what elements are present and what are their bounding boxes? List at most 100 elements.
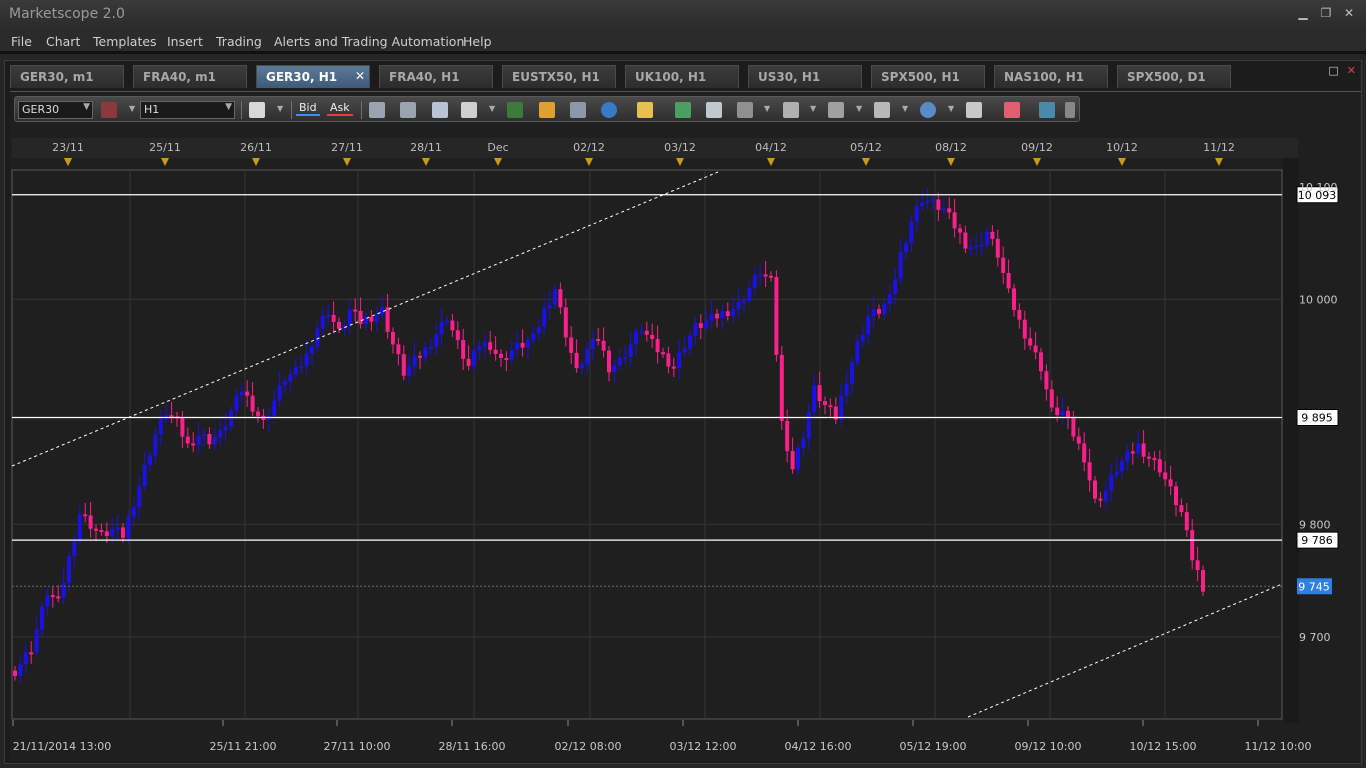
candle-body bbox=[461, 340, 466, 359]
candle-body bbox=[428, 346, 433, 349]
candle-body bbox=[796, 448, 800, 470]
candle-body bbox=[1120, 461, 1124, 472]
period-marker-icon bbox=[1118, 158, 1126, 166]
candle-body bbox=[801, 438, 806, 449]
top-date-label: 28/11 bbox=[410, 141, 442, 154]
candle-body bbox=[812, 385, 817, 412]
candle-body bbox=[126, 516, 131, 538]
candle-body bbox=[850, 362, 854, 384]
candle-body bbox=[488, 342, 493, 350]
candle-body bbox=[693, 323, 698, 336]
price-chart[interactable]: 23/11 25/11 26/11 27/11 28/11 Dec 02/12 03/12 04… bbox=[0, 0, 1366, 768]
candle-body bbox=[979, 244, 984, 247]
period-marker-icon bbox=[1033, 158, 1041, 166]
price-axis-panel bbox=[1283, 158, 1299, 723]
candle-body bbox=[536, 326, 541, 334]
candle-body bbox=[121, 527, 125, 538]
candle-body bbox=[736, 301, 741, 309]
candle-body bbox=[1130, 451, 1135, 454]
candle-body bbox=[23, 652, 28, 665]
candle-body bbox=[29, 652, 34, 655]
candle-body bbox=[418, 355, 422, 358]
time-axis-label: 27/11 10:00 bbox=[324, 740, 391, 753]
candle-body bbox=[585, 348, 590, 365]
candle-body bbox=[650, 334, 655, 339]
candle-body bbox=[482, 342, 487, 347]
candle-body bbox=[218, 430, 223, 438]
candle-body bbox=[288, 374, 293, 382]
candle-body bbox=[212, 437, 217, 445]
candle-body bbox=[72, 541, 77, 556]
candle-body bbox=[1179, 505, 1184, 513]
candle-body bbox=[515, 342, 520, 350]
candle-body bbox=[1060, 410, 1065, 416]
candle-body bbox=[563, 307, 568, 338]
candle-body bbox=[731, 308, 736, 317]
period-marker-icon bbox=[494, 158, 502, 166]
candle-body bbox=[725, 311, 730, 317]
candle-body bbox=[67, 555, 71, 583]
candle-body bbox=[137, 486, 142, 508]
candle-body bbox=[806, 411, 811, 439]
candle-body bbox=[936, 199, 941, 210]
candle-body bbox=[450, 320, 455, 331]
candle-body bbox=[1076, 436, 1081, 444]
candle-body bbox=[1168, 479, 1173, 487]
candle-body bbox=[882, 303, 887, 314]
candle-body bbox=[256, 411, 260, 416]
candle-body bbox=[909, 221, 914, 243]
candle-body bbox=[158, 418, 163, 435]
candle-body bbox=[963, 232, 968, 249]
candle-body bbox=[644, 330, 649, 335]
candle-body bbox=[1201, 570, 1205, 592]
candle-body bbox=[887, 293, 892, 304]
candle-body bbox=[1012, 288, 1016, 310]
candle-body bbox=[1174, 486, 1178, 506]
candle-body bbox=[196, 435, 201, 446]
candle-body bbox=[1017, 309, 1022, 320]
candle-body bbox=[569, 337, 574, 353]
candle-body bbox=[77, 514, 82, 542]
candle-body bbox=[331, 314, 336, 322]
candle-body bbox=[202, 433, 206, 436]
candle-body bbox=[1125, 451, 1130, 462]
candle-body bbox=[990, 231, 995, 239]
candle-body bbox=[617, 358, 622, 366]
candle-body bbox=[185, 436, 190, 444]
candle-body bbox=[952, 212, 957, 229]
candle-body bbox=[326, 314, 331, 317]
candle-body bbox=[639, 330, 644, 333]
candle-body bbox=[817, 385, 822, 402]
top-date-label: 04/12 bbox=[755, 141, 787, 154]
period-marker-icon bbox=[252, 158, 260, 166]
period-marker-icon bbox=[862, 158, 870, 166]
candle-body bbox=[250, 395, 255, 412]
period-marker-icon bbox=[585, 158, 593, 166]
candle-body bbox=[790, 451, 795, 470]
candle-body bbox=[88, 515, 93, 529]
candle-body bbox=[1184, 512, 1189, 531]
candle-body bbox=[99, 530, 104, 532]
candle-body bbox=[1001, 257, 1006, 273]
top-date-label: 03/12 bbox=[664, 141, 696, 154]
price-tick-label-partial: 10 100 bbox=[1299, 181, 1338, 194]
candle-body bbox=[607, 350, 611, 373]
candle-body bbox=[941, 208, 946, 211]
candle-body bbox=[245, 391, 250, 396]
candle-body bbox=[531, 333, 536, 341]
candle-body bbox=[671, 366, 676, 369]
candle-body bbox=[499, 353, 503, 359]
candle-body bbox=[968, 247, 973, 250]
top-date-label: 09/12 bbox=[1021, 141, 1053, 154]
candle-body bbox=[358, 310, 363, 325]
current-price-label: 9 745 bbox=[1298, 580, 1330, 593]
candle-body bbox=[958, 228, 962, 233]
candle-body bbox=[839, 395, 844, 420]
candle-body bbox=[1136, 443, 1141, 454]
top-date-label: 11/12 bbox=[1203, 141, 1235, 154]
top-date-label: 27/11 bbox=[331, 141, 363, 154]
candle-body bbox=[94, 528, 98, 531]
candle-body bbox=[898, 252, 903, 280]
candle-body bbox=[601, 340, 606, 351]
candle-body bbox=[1190, 530, 1195, 561]
